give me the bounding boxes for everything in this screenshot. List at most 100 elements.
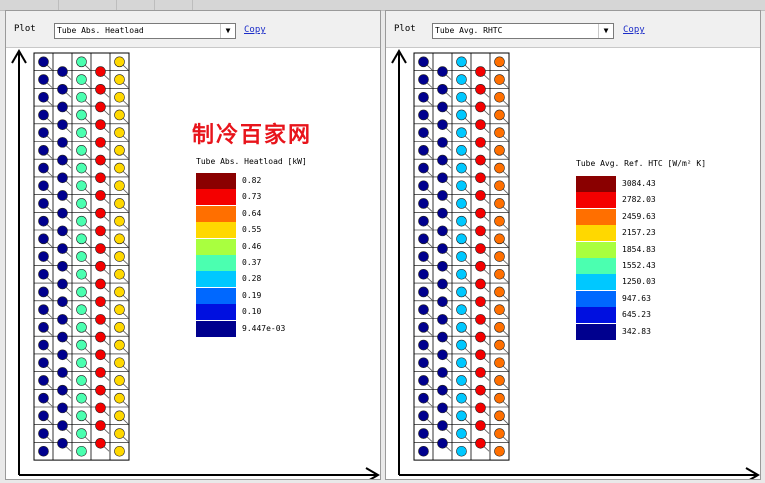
tube-marker bbox=[437, 172, 448, 184]
legend-swatch bbox=[196, 271, 236, 288]
tube-marker bbox=[95, 278, 106, 290]
tube-marker bbox=[114, 357, 125, 369]
tube-marker bbox=[418, 304, 429, 315]
legend-swatch bbox=[196, 304, 236, 321]
tube-marker bbox=[437, 402, 448, 414]
tube-marker bbox=[76, 375, 87, 386]
legend-swatch bbox=[196, 189, 236, 206]
tube-marker bbox=[114, 233, 125, 245]
legend-swatch bbox=[196, 238, 236, 255]
legend-value: 0.73 bbox=[242, 192, 262, 202]
tube-marker bbox=[76, 357, 87, 369]
plot-variable-select[interactable]: Tube Abs. Heatload ▼ bbox=[54, 23, 236, 39]
legend-value: 1854.83 bbox=[622, 244, 656, 254]
tube-marker bbox=[114, 339, 125, 351]
tube-marker bbox=[418, 198, 429, 209]
tab[interactable] bbox=[58, 0, 117, 10]
tube-marker bbox=[456, 428, 467, 439]
tube-marker bbox=[57, 190, 68, 201]
plot-panel-heatload: Plot Tube Abs. Heatload ▼ Copy Tube Abs.… bbox=[5, 10, 381, 483]
tube-marker bbox=[437, 331, 448, 343]
tube-marker bbox=[437, 384, 448, 396]
tube-marker bbox=[475, 260, 486, 272]
legend-value: 2782.03 bbox=[622, 195, 656, 205]
tube-marker bbox=[114, 180, 125, 192]
chevron-down-icon[interactable]: ▼ bbox=[598, 24, 613, 38]
tube-marker bbox=[95, 243, 106, 254]
tube-marker bbox=[456, 233, 467, 245]
legend-title: Tube Avg. Ref. HTC [W/m² K] bbox=[576, 159, 707, 168]
tube-marker bbox=[475, 225, 486, 237]
tube-marker bbox=[456, 127, 467, 138]
tube-marker bbox=[57, 420, 68, 431]
legend-swatch bbox=[196, 255, 236, 271]
tube-marker bbox=[437, 260, 448, 272]
tube-marker bbox=[456, 392, 467, 404]
tab[interactable] bbox=[0, 0, 59, 10]
tube-marker bbox=[95, 190, 106, 201]
legend-value: 9.447e-03 bbox=[242, 323, 286, 333]
tube-marker bbox=[38, 304, 49, 315]
tube-marker bbox=[95, 314, 106, 325]
tube-marker bbox=[57, 314, 68, 325]
tube-marker bbox=[494, 56, 505, 68]
tube-marker bbox=[418, 215, 429, 227]
tube-marker bbox=[95, 384, 106, 396]
tube-marker bbox=[76, 268, 87, 280]
tube-marker bbox=[114, 162, 125, 174]
tube-marker bbox=[418, 233, 429, 245]
tube-marker bbox=[95, 137, 106, 148]
tube-marker bbox=[456, 322, 467, 333]
tube-marker bbox=[475, 83, 486, 95]
tube-marker bbox=[418, 109, 429, 121]
tube-layout-plot bbox=[391, 49, 760, 483]
legend-value: 2157.23 bbox=[622, 228, 656, 238]
tube-marker bbox=[456, 180, 467, 192]
legend-swatch bbox=[196, 222, 236, 239]
tab[interactable] bbox=[116, 0, 155, 10]
tube-marker bbox=[418, 162, 429, 174]
tube-marker bbox=[76, 410, 87, 422]
tube-marker bbox=[437, 437, 448, 449]
tube-marker bbox=[418, 339, 429, 351]
tube-marker bbox=[114, 322, 125, 333]
tube-marker bbox=[418, 56, 429, 68]
tube-layout-plot bbox=[11, 49, 380, 483]
chevron-down-icon[interactable]: ▼ bbox=[220, 24, 235, 38]
tube-marker bbox=[494, 375, 505, 386]
tube-marker bbox=[114, 428, 125, 439]
legend-swatch bbox=[576, 208, 616, 225]
legend-swatch bbox=[576, 225, 616, 242]
tube-marker bbox=[456, 56, 467, 68]
tube-marker bbox=[437, 420, 448, 431]
tube-marker bbox=[475, 384, 486, 396]
tube-marker bbox=[418, 322, 429, 333]
plot-variable-select[interactable]: Tube Avg. RHTC ▼ bbox=[432, 23, 614, 39]
copy-link[interactable]: Copy bbox=[244, 25, 266, 35]
tube-marker bbox=[76, 445, 87, 457]
tube-marker bbox=[418, 445, 429, 457]
tube-marker bbox=[76, 304, 87, 315]
copy-link[interactable]: Copy bbox=[623, 25, 645, 35]
tube-marker bbox=[76, 91, 87, 103]
legend-title: Tube Abs. Heatload [kW] bbox=[196, 157, 307, 166]
legend-value: 3084.43 bbox=[622, 179, 656, 188]
tube-marker bbox=[475, 349, 486, 361]
tube-marker bbox=[456, 145, 467, 156]
tube-marker bbox=[456, 339, 467, 351]
legend-value: 947.63 bbox=[622, 293, 651, 303]
legend-value: 0.37 bbox=[242, 258, 262, 267]
tube-marker bbox=[456, 198, 467, 209]
tube-marker bbox=[475, 278, 486, 290]
tube-marker bbox=[418, 91, 429, 103]
tube-marker bbox=[38, 339, 49, 351]
tube-marker bbox=[38, 357, 49, 369]
tube-marker bbox=[418, 127, 429, 138]
tube-marker bbox=[494, 74, 505, 85]
tube-marker bbox=[38, 145, 49, 156]
tube-marker bbox=[76, 198, 87, 209]
tube-marker bbox=[57, 296, 68, 307]
tube-marker bbox=[418, 375, 429, 386]
tube-marker bbox=[494, 445, 505, 457]
tab[interactable] bbox=[154, 0, 193, 10]
